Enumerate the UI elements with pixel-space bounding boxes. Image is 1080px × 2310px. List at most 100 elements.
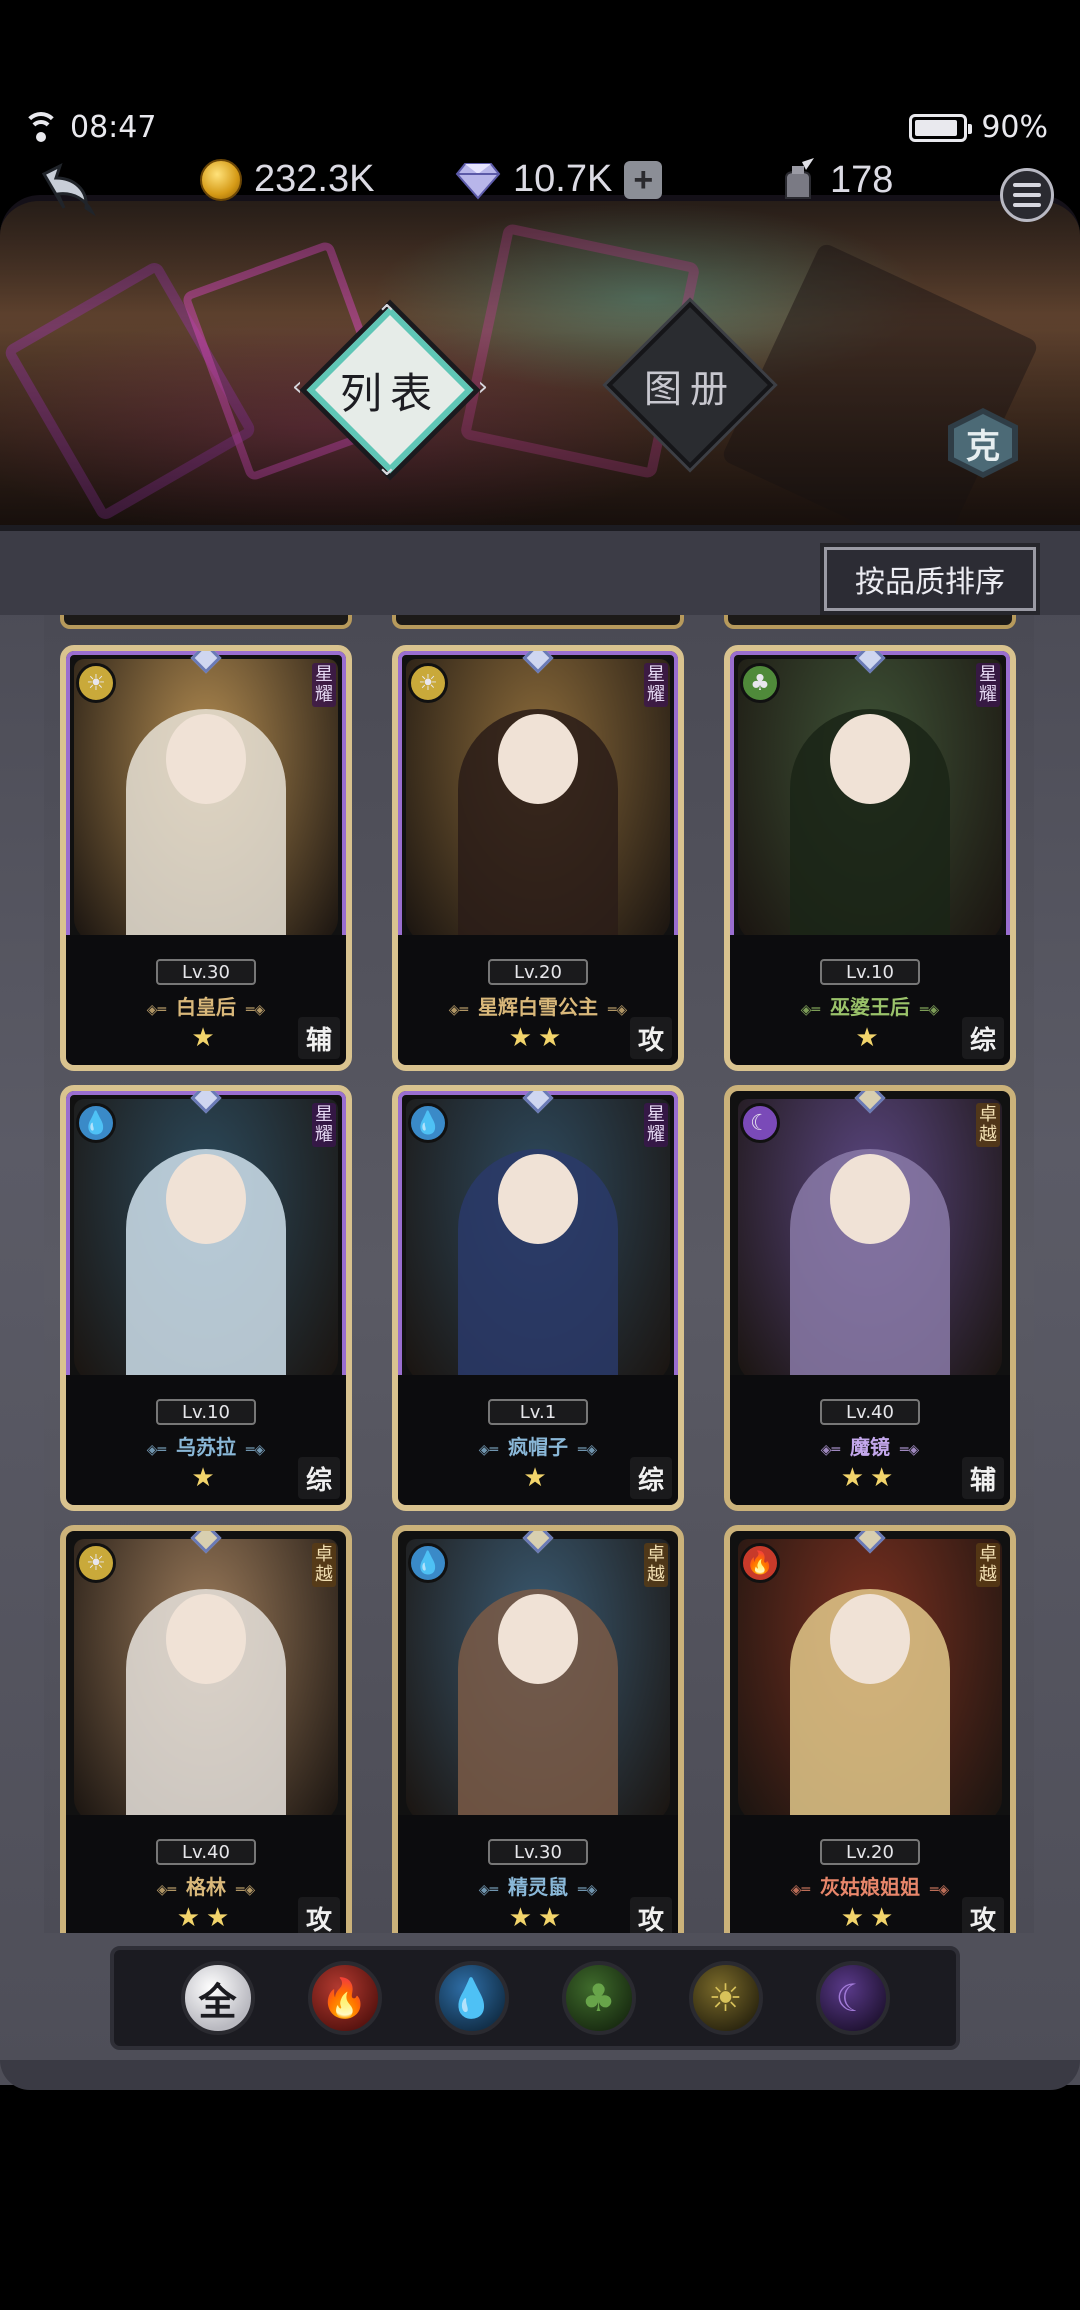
hero-face — [498, 1594, 578, 1684]
hero-portrait — [406, 659, 670, 959]
rank-badge: 星耀 — [312, 663, 336, 707]
hero-portrait — [738, 1539, 1002, 1839]
hero-portrait — [738, 659, 1002, 959]
top-header: 232.3K 10.7K + 178 — [0, 150, 1080, 240]
element-icon: ♣ — [740, 663, 780, 703]
hero-level: Lv.10 — [156, 1399, 256, 1425]
gold-coin-icon — [200, 158, 242, 201]
gold-currency: 232.3K — [200, 158, 374, 201]
hero-portrait — [74, 1099, 338, 1399]
tab-list[interactable]: ⌃ ⌄ ‹ › 列表 — [292, 300, 488, 482]
rank-badge: 星耀 — [976, 663, 1000, 707]
rank-badge: 卓越 — [644, 1543, 668, 1587]
hero-name: 魔镜 — [730, 1431, 1010, 1460]
hero-name: 格林 — [66, 1871, 346, 1900]
hero-face — [166, 1594, 246, 1684]
ink-currency: 178 — [778, 158, 893, 202]
hero-name: 精灵鼠 — [398, 1871, 678, 1900]
back-arrow-icon[interactable] — [30, 160, 100, 230]
panel-bottom-edge — [0, 2060, 1080, 2090]
hero-list-panel: 按品质排序 ☀ 星耀 Lv.30 白皇后 ★ 辅 ☀ 星耀 Lv.20 星辉白雪… — [0, 525, 1080, 2085]
element-icon: ☀ — [76, 1543, 116, 1583]
sort-by-quality-button[interactable]: 按品质排序 — [820, 543, 1040, 615]
hero-portrait — [74, 1539, 338, 1839]
hero-name: 星辉白雪公主 — [398, 991, 678, 1020]
tab-album-label: 图册 — [643, 366, 736, 411]
element-icon: ☀ — [76, 663, 116, 703]
element-icon: 🔥 — [740, 1543, 780, 1583]
hero-level: Lv.20 — [820, 1839, 920, 1865]
hero-card[interactable]: 💧 星耀 Lv.1 疯帽子 ★ 综 — [392, 1085, 684, 1511]
leaf-icon: ♣ — [581, 1976, 616, 2020]
ink-amount: 178 — [830, 158, 894, 201]
gold-amount: 232.3K — [254, 158, 375, 200]
tab-album[interactable]: 图册 — [600, 295, 780, 475]
hero-role-badge: 综 — [630, 1457, 672, 1499]
banner-background — [0, 195, 1080, 525]
rank-badge: 卓越 — [976, 1543, 1000, 1587]
filter-all-button[interactable]: 全 — [180, 1961, 255, 2035]
tab-list-label: 列表 — [339, 368, 440, 418]
menu-button[interactable] — [1000, 168, 1054, 222]
hero-level: Lv.40 — [820, 1399, 920, 1425]
hero-level: Lv.1 — [488, 1399, 588, 1425]
battery-percent: 90% — [981, 110, 1048, 145]
hero-face — [166, 714, 246, 804]
hero-portrait — [406, 1099, 670, 1399]
filter-light-button[interactable]: ☀ — [688, 1961, 763, 2035]
hero-name: 疯帽子 — [398, 1431, 678, 1460]
filter-wood-button[interactable]: ♣ — [561, 1961, 636, 2035]
counter-button[interactable]: 克 — [948, 408, 1018, 478]
fire-icon: 🔥 — [320, 1975, 369, 2020]
hero-role-badge: 攻 — [298, 1897, 340, 1933]
diamond-amount: 10.7K — [513, 158, 613, 200]
rank-badge: 星耀 — [644, 663, 668, 707]
rank-badge: 星耀 — [644, 1103, 668, 1147]
add-diamonds-button[interactable]: + — [624, 160, 663, 199]
hero-portrait — [406, 1539, 670, 1839]
rank-badge: 卓越 — [976, 1103, 1000, 1147]
filter-water-button[interactable]: 💧 — [434, 1961, 509, 2035]
sun-icon: ☀ — [708, 1976, 743, 2020]
element-icon: 💧 — [408, 1103, 448, 1143]
hero-portrait — [74, 659, 338, 959]
hero-role-badge: 攻 — [962, 1897, 1004, 1933]
element-icon: ☾ — [740, 1103, 780, 1143]
wifi-icon — [22, 111, 60, 144]
hero-name: 巫婆王后 — [730, 991, 1010, 1020]
rank-badge: 星耀 — [312, 1103, 336, 1147]
element-icon: 💧 — [408, 1543, 448, 1583]
status-bar: 08:47 90% — [0, 110, 1080, 154]
hero-name: 白皇后 — [66, 991, 346, 1020]
rank-badge: 卓越 — [312, 1543, 336, 1587]
filter-fire-button[interactable]: 🔥 — [307, 1961, 382, 2035]
hero-card[interactable]: 💧 星耀 Lv.10 乌苏拉 ★ 综 — [60, 1085, 352, 1511]
hero-face — [830, 1154, 910, 1244]
hero-card[interactable]: ☀ 星耀 Lv.30 白皇后 ★ 辅 — [60, 645, 352, 1071]
battery-icon — [909, 113, 973, 142]
hero-card[interactable]: 💧 卓越 Lv.30 精灵鼠 ★★ 攻 — [392, 1525, 684, 1933]
filter-dark-button[interactable]: ☾ — [815, 1961, 890, 2035]
hero-level: Lv.10 — [820, 959, 920, 985]
hero-card-grid[interactable]: ☀ 星耀 Lv.30 白皇后 ★ 辅 ☀ 星耀 Lv.20 星辉白雪公主 ★★ … — [44, 615, 1034, 1933]
hero-role-badge: 辅 — [962, 1457, 1004, 1499]
hero-level: Lv.20 — [488, 959, 588, 985]
ink-bottle-icon — [785, 158, 814, 199]
hero-face — [830, 1594, 910, 1684]
hero-card[interactable]: ♣ 星耀 Lv.10 巫婆王后 ★ 综 — [724, 645, 1016, 1071]
hero-role-badge: 综 — [298, 1457, 340, 1499]
hero-portrait — [738, 1099, 1002, 1399]
diamond-icon — [455, 162, 501, 200]
hero-name: 灰姑娘姐姐 — [730, 1871, 1010, 1900]
element-filter-bar: 全 🔥 💧 ♣ ☀ ☾ — [110, 1946, 960, 2050]
hero-face — [830, 714, 910, 804]
hero-card[interactable]: ☀ 卓越 Lv.40 格林 ★★ 攻 — [60, 1525, 352, 1933]
hero-face — [166, 1154, 246, 1244]
hero-card[interactable]: ☀ 星耀 Lv.20 星辉白雪公主 ★★ 攻 — [392, 645, 684, 1071]
hero-card[interactable]: ☾ 卓越 Lv.40 魔镜 ★★ 辅 — [724, 1085, 1016, 1511]
hero-face — [498, 714, 578, 804]
hero-face — [498, 1154, 578, 1244]
moon-icon: ☾ — [835, 1976, 870, 2020]
hero-card[interactable]: 🔥 卓越 Lv.20 灰姑娘姐姐 ★★ 攻 — [724, 1525, 1016, 1933]
hero-level: Lv.40 — [156, 1839, 256, 1865]
